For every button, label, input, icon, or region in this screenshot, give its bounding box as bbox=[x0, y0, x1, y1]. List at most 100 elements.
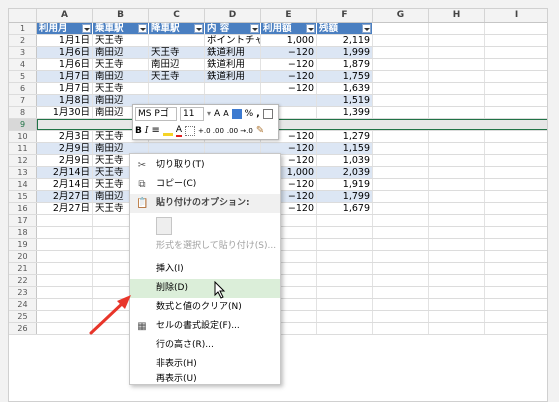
cell[interactable] bbox=[485, 95, 547, 106]
cell[interactable]: 1,879 bbox=[317, 59, 373, 70]
table-row[interactable]: 5 1月7日 南田辺 天王寺 鉄道利用 −120 1,759 bbox=[9, 71, 547, 83]
cell[interactable]: 天王寺 bbox=[149, 47, 205, 58]
table-row[interactable]: 6 1月7日 天王寺 −120 1,639 bbox=[9, 83, 547, 95]
cell[interactable]: 鉄道利用 bbox=[205, 71, 261, 82]
cell[interactable] bbox=[373, 215, 429, 226]
cell[interactable] bbox=[429, 155, 485, 166]
cell[interactable] bbox=[429, 131, 485, 142]
row-number[interactable]: 14 bbox=[9, 179, 37, 190]
cell[interactable] bbox=[485, 143, 547, 154]
cell[interactable] bbox=[485, 155, 547, 166]
col-header-g[interactable]: G bbox=[373, 9, 429, 22]
cell[interactable] bbox=[485, 311, 547, 322]
cell[interactable] bbox=[373, 311, 429, 322]
cell[interactable] bbox=[485, 251, 547, 262]
cell[interactable]: 2月9日 bbox=[37, 155, 93, 166]
cell[interactable] bbox=[485, 179, 547, 190]
cell[interactable] bbox=[429, 191, 485, 202]
table-row[interactable]: 2 1月1日 天王寺 ポイントチャ 1,000 2,119 bbox=[9, 35, 547, 47]
cell[interactable]: 2月27日 bbox=[37, 203, 93, 214]
cell[interactable] bbox=[485, 203, 547, 214]
header-cell[interactable]: 利用額 bbox=[261, 23, 317, 34]
cell[interactable] bbox=[37, 323, 93, 334]
cell[interactable] bbox=[485, 275, 547, 286]
cell[interactable]: 1,159 bbox=[317, 143, 373, 154]
font-size-box[interactable]: 11 bbox=[180, 106, 204, 121]
cell[interactable] bbox=[317, 227, 373, 238]
cell[interactable]: 1月6日 bbox=[37, 59, 93, 70]
row-number[interactable]: 2 bbox=[9, 35, 37, 46]
cell[interactable] bbox=[485, 263, 547, 274]
cell[interactable]: −120 bbox=[261, 71, 317, 82]
filter-dropdown-icon[interactable] bbox=[362, 24, 371, 33]
cell[interactable] bbox=[429, 167, 485, 178]
cell[interactable]: 1,039 bbox=[317, 155, 373, 166]
fill-color-icon[interactable] bbox=[162, 126, 173, 136]
cell[interactable] bbox=[317, 311, 373, 322]
cell[interactable]: 2,119 bbox=[317, 35, 373, 46]
cell[interactable]: −120 bbox=[261, 83, 317, 94]
row-number[interactable]: 17 bbox=[9, 215, 37, 226]
header-cell[interactable]: 残額 bbox=[317, 23, 373, 34]
cell[interactable] bbox=[373, 47, 429, 58]
cell[interactable] bbox=[373, 23, 429, 34]
menu-item-row-height[interactable]: 行の高さ(R)... bbox=[130, 336, 280, 355]
cell[interactable] bbox=[429, 323, 485, 334]
cell[interactable] bbox=[485, 71, 547, 82]
row-number[interactable]: 1 bbox=[9, 23, 37, 34]
cell[interactable]: 1,000 bbox=[261, 35, 317, 46]
menu-item-delete[interactable]: 削除(D) bbox=[130, 279, 280, 298]
cell[interactable] bbox=[37, 299, 93, 310]
cell[interactable] bbox=[317, 275, 373, 286]
filter-dropdown-icon[interactable] bbox=[250, 24, 259, 33]
cell[interactable] bbox=[373, 179, 429, 190]
cell[interactable]: 1月1日 bbox=[37, 35, 93, 46]
cell[interactable]: 1月7日 bbox=[37, 83, 93, 94]
cell[interactable] bbox=[485, 215, 547, 226]
cell[interactable] bbox=[429, 215, 485, 226]
cell[interactable] bbox=[485, 83, 547, 94]
cell[interactable] bbox=[37, 275, 93, 286]
row-number[interactable]: 15 bbox=[9, 191, 37, 202]
col-header-h[interactable]: H bbox=[429, 9, 485, 22]
cell[interactable]: 1,519 bbox=[317, 95, 373, 106]
cell[interactable] bbox=[373, 71, 429, 82]
cell[interactable]: −120 bbox=[261, 59, 317, 70]
cell[interactable]: 南田辺 bbox=[93, 47, 149, 58]
menu-item-cut[interactable]: ✂ 切り取り(T) bbox=[130, 156, 280, 175]
cell[interactable] bbox=[429, 143, 485, 154]
cell[interactable]: 1,799 bbox=[317, 191, 373, 202]
cell[interactable]: 天王寺 bbox=[149, 71, 205, 82]
cell[interactable] bbox=[373, 263, 429, 274]
chevron-down-icon[interactable]: ▾ bbox=[207, 109, 211, 118]
header-cell[interactable]: 降車駅 bbox=[149, 23, 205, 34]
italic-button[interactable]: I bbox=[145, 126, 149, 136]
row-number[interactable]: 5 bbox=[9, 71, 37, 82]
cell[interactable] bbox=[317, 299, 373, 310]
cell[interactable] bbox=[317, 239, 373, 250]
cell[interactable] bbox=[485, 287, 547, 298]
increase-font-icon[interactable]: A bbox=[214, 109, 220, 119]
filter-dropdown-icon[interactable] bbox=[82, 24, 91, 33]
cell[interactable] bbox=[485, 323, 547, 334]
comma-style-icon[interactable]: , bbox=[256, 109, 259, 119]
row-number[interactable]: 24 bbox=[9, 299, 37, 310]
cell[interactable] bbox=[429, 311, 485, 322]
cell[interactable] bbox=[485, 107, 547, 118]
row-number[interactable]: 19 bbox=[9, 239, 37, 250]
cell[interactable]: 1,399 bbox=[317, 107, 373, 118]
menu-item-clear[interactable]: 数式と値のクリア(N) bbox=[130, 298, 280, 317]
cell[interactable] bbox=[205, 83, 261, 94]
cell[interactable]: 1,679 bbox=[317, 203, 373, 214]
cell[interactable] bbox=[429, 59, 485, 70]
cell[interactable] bbox=[429, 203, 485, 214]
format-painter-icon[interactable]: ✎ bbox=[256, 125, 264, 136]
row-number[interactable]: 16 bbox=[9, 203, 37, 214]
cell[interactable] bbox=[149, 83, 205, 94]
row-number[interactable]: 10 bbox=[9, 131, 37, 142]
cell[interactable]: 2月3日 bbox=[37, 131, 93, 142]
menu-item-paste-special[interactable]: 形式を選択して貼り付け(S)... bbox=[130, 237, 280, 256]
cell[interactable] bbox=[429, 47, 485, 58]
cell[interactable] bbox=[485, 23, 547, 34]
cell[interactable] bbox=[373, 59, 429, 70]
